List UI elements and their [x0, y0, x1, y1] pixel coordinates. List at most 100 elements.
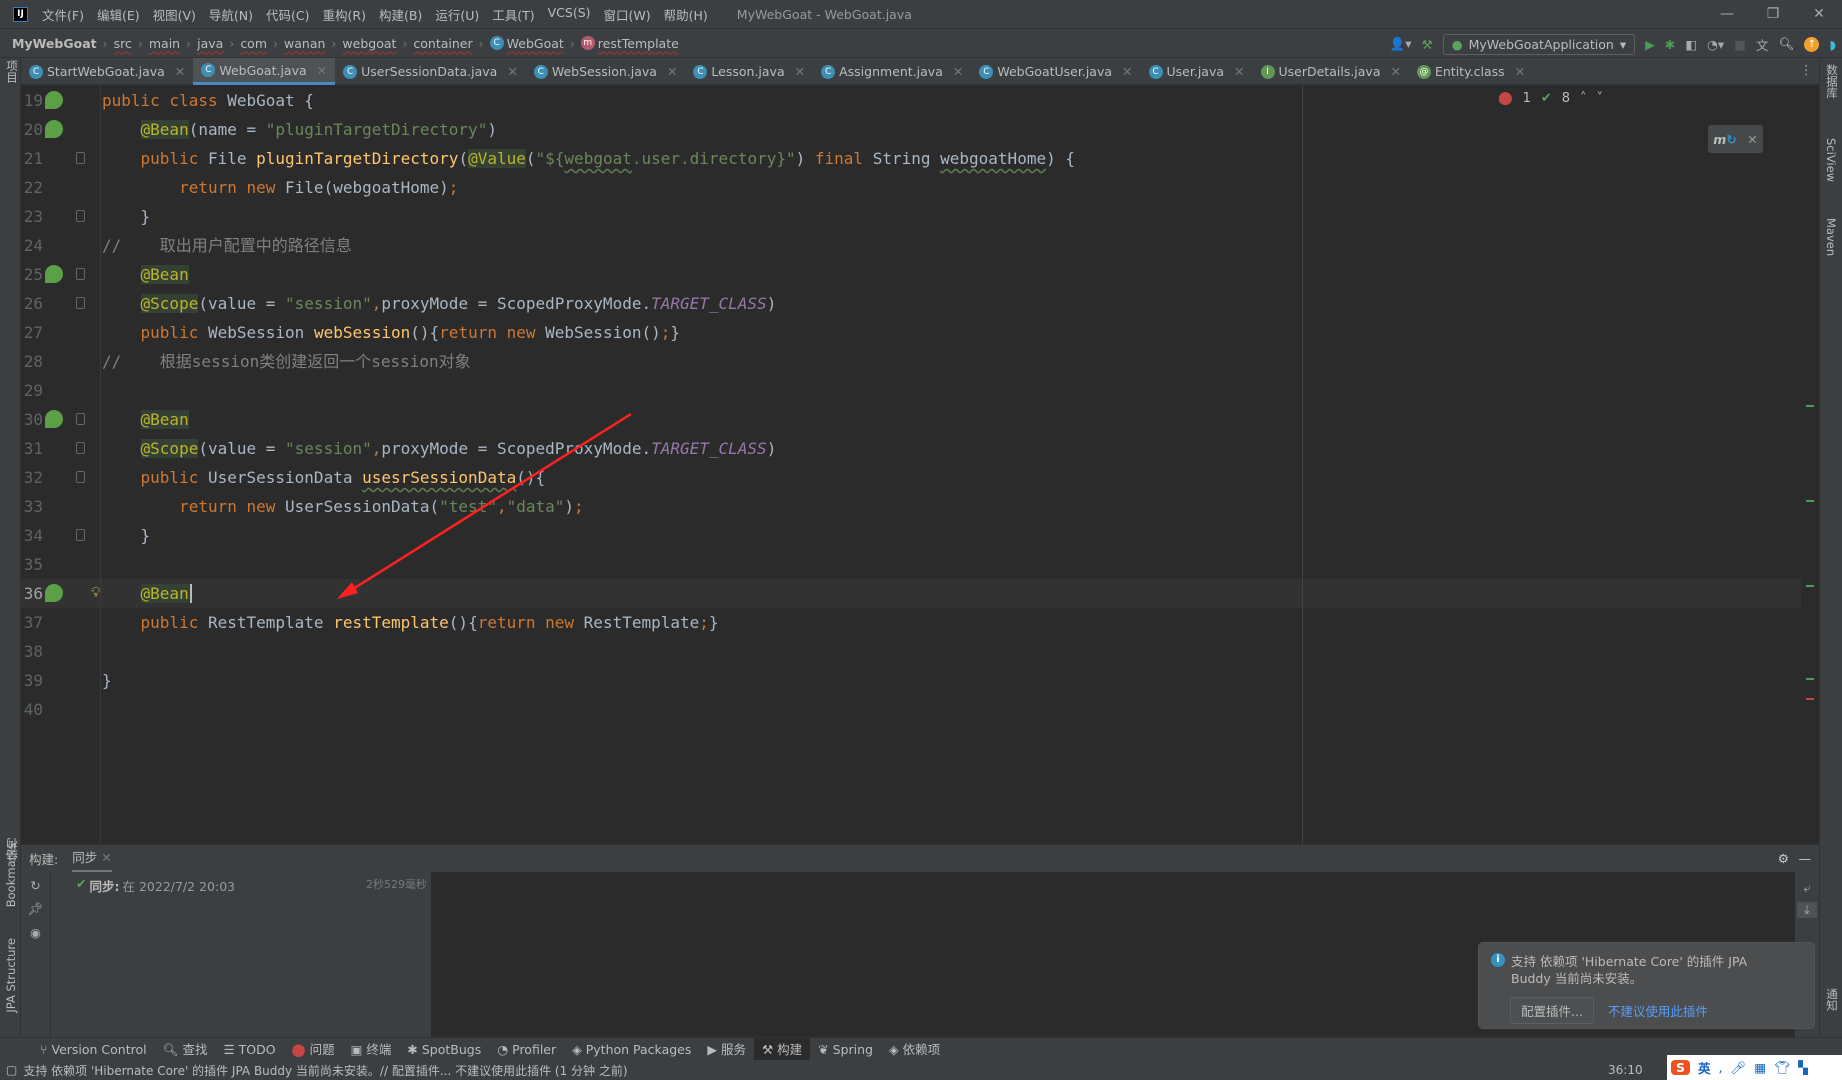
menu-item[interactable]: VCS(S): [548, 5, 591, 24]
menu-grid-icon[interactable]: ▚: [1798, 1060, 1808, 1075]
more-tabs-icon[interactable]: ⋮: [1800, 62, 1813, 77]
tool-window-button[interactable]: ▶ 服务: [699, 1038, 754, 1061]
stop-icon[interactable]: ■: [1734, 37, 1746, 52]
breadcrumb-item[interactable]: webgoat: [342, 36, 396, 51]
menu-item[interactable]: 帮助(H): [664, 5, 708, 24]
tool-window-button[interactable]: ▣ 终端: [343, 1038, 400, 1061]
fold-marker-icon[interactable]: [76, 297, 85, 309]
breadcrumb-item[interactable]: restTemplate: [598, 36, 679, 51]
notifications-tool-button[interactable]: 通知: [1824, 988, 1840, 1011]
spring-bean-gutter-icon[interactable]: [45, 91, 63, 109]
rerun-icon[interactable]: ↻: [21, 878, 50, 893]
close-tab-icon[interactable]: ✕: [667, 64, 677, 79]
menu-item[interactable]: 文件(F): [42, 5, 84, 24]
minimize-button[interactable]: —: [1704, 0, 1750, 28]
bookmarks-tool-button[interactable]: Bookmarks: [4, 843, 18, 907]
restore-button[interactable]: ❐: [1750, 0, 1796, 28]
close-icon[interactable]: ✕: [101, 850, 111, 865]
breadcrumb-item[interactable]: container: [413, 36, 472, 51]
soft-wrap-icon[interactable]: ⤶: [1795, 880, 1819, 896]
maven-tool-button[interactable]: Maven: [1824, 218, 1838, 256]
tool-window-button[interactable]: ⑂ Version Control: [32, 1038, 155, 1061]
code-editor[interactable]: 19 public class WebGoat {20 @Bean(name = …: [21, 85, 1819, 844]
punctuation-icon[interactable]: ,: [1719, 1060, 1723, 1075]
tool-window-button[interactable]: 🔍︎ 查找: [155, 1038, 216, 1061]
configure-plugins-button[interactable]: 配置插件...: [1510, 997, 1594, 1024]
breadcrumb-item[interactable]: com: [240, 36, 267, 51]
tool-window-button[interactable]: ⬤ 问题: [284, 1038, 343, 1061]
menu-item[interactable]: 构建(B): [379, 5, 422, 24]
menu-item[interactable]: 视图(V): [153, 5, 196, 24]
close-tab-icon[interactable]: ✕: [317, 63, 327, 78]
scroll-to-end-icon[interactable]: ⤓: [1797, 902, 1817, 918]
user-icon[interactable]: 👤▾: [1390, 36, 1412, 52]
menu-item[interactable]: 重构(R): [323, 5, 366, 24]
run-config-dropdown[interactable]: ● MyWebGoatApplication ▾: [1442, 33, 1636, 55]
coverage-icon[interactable]: ◧: [1685, 37, 1697, 52]
database-tool-button[interactable]: 数据库: [1824, 64, 1840, 99]
plugin-logo-icon[interactable]: ◗: [1829, 37, 1836, 52]
menu-item[interactable]: 运行(U): [435, 5, 479, 24]
editor-tab[interactable]: C User.java ✕: [1141, 58, 1253, 85]
spring-bean-gutter-icon[interactable]: [45, 120, 63, 138]
chevron-down-icon[interactable]: ˅: [1597, 91, 1604, 106]
hide-icon[interactable]: —: [1799, 851, 1812, 866]
tool-window-button[interactable]: ◈ Python Packages: [564, 1038, 699, 1061]
chevron-up-icon[interactable]: ˄: [1580, 91, 1587, 106]
jpa-structure-tool-button[interactable]: JPA Structure: [4, 938, 18, 1013]
spring-bean-gutter-icon[interactable]: [45, 584, 63, 602]
tool-window-button[interactable]: ✱ SpotBugs: [399, 1038, 489, 1061]
editor-tab[interactable]: I UserDetails.java ✕: [1253, 58, 1409, 85]
editor-tab[interactable]: C Lesson.java ✕: [685, 58, 813, 85]
tool-window-button[interactable]: ◈ 依赖项: [881, 1038, 948, 1061]
run-icon[interactable]: ▶: [1645, 37, 1655, 52]
maven-reload-icon[interactable]: m↻: [1713, 132, 1737, 147]
close-tab-icon[interactable]: ✕: [1391, 64, 1401, 79]
caret-position[interactable]: 36:10: [1608, 1063, 1643, 1077]
editor-tab[interactable]: C StartWebGoat.java ✕: [21, 58, 193, 85]
breadcrumb-item[interactable]: main: [149, 36, 180, 51]
microphone-icon[interactable]: 🎤︎: [1731, 1060, 1747, 1076]
layout-icon[interactable]: ▢: [6, 1063, 17, 1077]
search-icon[interactable]: 🔍︎: [1779, 36, 1795, 52]
build-tree-item[interactable]: ✔ 同步: 在 2022/7/2 20:03 2秒529毫秒: [76, 876, 431, 895]
fold-marker-icon[interactable]: [76, 471, 85, 483]
tool-window-button[interactable]: ⚒ 构建: [753, 1037, 811, 1061]
menu-item[interactable]: 窗口(W): [604, 5, 651, 24]
keyboard-icon[interactable]: ▦: [1754, 1060, 1766, 1075]
fold-marker-icon[interactable]: [76, 152, 85, 164]
tool-window-button[interactable]: ❦ Spring: [810, 1038, 881, 1061]
editor-tab[interactable]: C WebGoatUser.java ✕: [971, 58, 1140, 85]
close-tab-icon[interactable]: ✕: [1122, 64, 1132, 79]
editor-tab[interactable]: C Assignment.java ✕: [813, 58, 971, 85]
disable-plugin-link[interactable]: 不建议使用此插件: [1608, 1001, 1708, 1020]
close-tab-icon[interactable]: ✕: [1234, 64, 1244, 79]
fold-marker-icon[interactable]: [76, 210, 85, 222]
close-button[interactable]: ✕: [1796, 0, 1842, 28]
spring-bean-gutter-icon[interactable]: [45, 410, 63, 428]
tool-window-button[interactable]: ☰ TODO: [215, 1038, 283, 1061]
pin-icon[interactable]: 📌︎: [21, 901, 50, 917]
sogou-logo-icon[interactable]: S: [1671, 1060, 1691, 1075]
spring-bean-gutter-icon[interactable]: [45, 265, 63, 283]
fold-marker-icon[interactable]: [76, 442, 85, 454]
editor-tab[interactable]: C WebSession.java ✕: [526, 58, 686, 85]
project-tool-button[interactable]: 项目: [4, 60, 20, 83]
tool-window-button[interactable]: ◔ Profiler: [489, 1038, 564, 1061]
close-tab-icon[interactable]: ✕: [1515, 64, 1525, 79]
tab-sync[interactable]: 同步 ✕: [72, 845, 112, 873]
close-tab-icon[interactable]: ✕: [175, 64, 185, 79]
breadcrumb-item[interactable]: java: [197, 36, 223, 51]
menu-item[interactable]: 工具(T): [492, 5, 534, 24]
menu-item[interactable]: 代码(C): [266, 5, 309, 24]
fold-marker-icon[interactable]: [76, 268, 85, 280]
menu-item[interactable]: 导航(N): [209, 5, 253, 24]
editor-tab[interactable]: C WebGoat.java ✕: [193, 58, 336, 85]
gear-icon[interactable]: ⚙: [1778, 851, 1789, 866]
breadcrumb-item[interactable]: WebGoat: [507, 36, 564, 51]
breadcrumb-item[interactable]: wanan: [284, 36, 325, 51]
profile-icon[interactable]: ◔▾: [1707, 37, 1724, 52]
status-message[interactable]: 支持 依赖项 'Hibernate Core' 的插件 JPA Buddy 当前…: [23, 1062, 627, 1079]
eye-icon[interactable]: ◉: [21, 925, 50, 940]
close-tab-icon[interactable]: ✕: [507, 64, 517, 79]
